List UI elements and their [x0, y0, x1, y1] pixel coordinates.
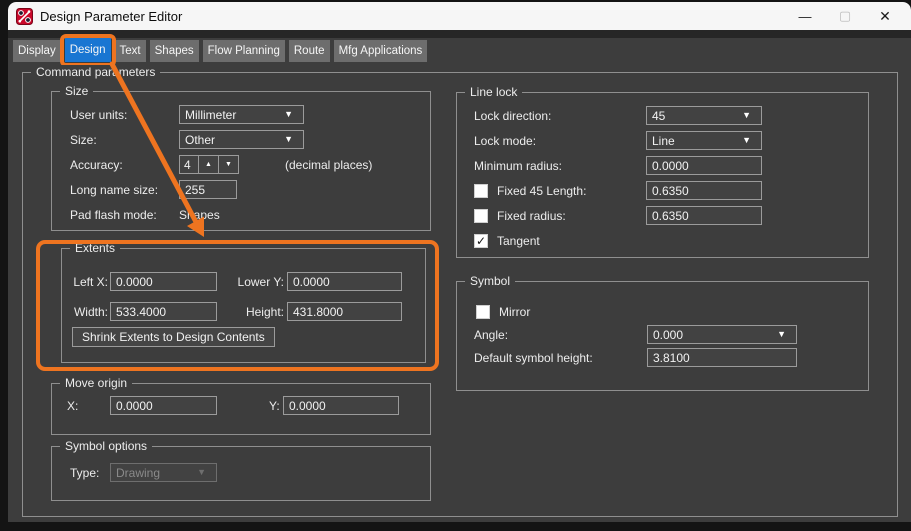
- tab-route[interactable]: Route: [289, 40, 330, 62]
- tab-display[interactable]: Display: [13, 40, 61, 62]
- height-label: Height:: [237, 305, 284, 319]
- user-units-value: Millimeter: [185, 108, 236, 122]
- lock-mode-dropdown[interactable]: Line ▼: [646, 131, 762, 150]
- fixed-45-length-label: Fixed 45 Length:: [497, 184, 646, 198]
- accuracy-value: 4: [180, 156, 198, 173]
- tangent-checkbox[interactable]: ✓: [474, 234, 488, 248]
- accuracy-spinner: 4 ▲ ▼: [179, 155, 239, 174]
- angle-label: Angle:: [474, 328, 647, 342]
- width-label: Width:: [70, 305, 108, 319]
- lock-direction-value: 45: [652, 109, 665, 123]
- lock-mode-value: Line: [652, 134, 675, 148]
- fixed-radius-input[interactable]: [646, 206, 762, 225]
- left-x-input[interactable]: [110, 272, 217, 291]
- pad-flash-mode-value: Shapes: [179, 208, 220, 222]
- fixed-45-length-checkbox[interactable]: [474, 184, 488, 198]
- design-parameter-editor-window: Design Parameter Editor — ▢ ✕ Display De…: [8, 2, 911, 522]
- dropdown-arrow-icon: ▼: [742, 110, 751, 120]
- size-label: Size:: [70, 133, 179, 147]
- symbol-options-group: Symbol options Type: Drawing ▼: [51, 446, 431, 501]
- move-origin-x-label: X:: [67, 399, 107, 413]
- size-dropdown[interactable]: Other ▼: [179, 130, 304, 149]
- pad-flash-mode-label: Pad flash mode:: [70, 208, 179, 222]
- long-name-size-input[interactable]: [179, 180, 237, 199]
- window-title: Design Parameter Editor: [40, 9, 182, 24]
- fixed-radius-label: Fixed radius:: [497, 209, 646, 223]
- line-lock-group: Line lock Lock direction: 45 ▼ Lock mode…: [456, 92, 869, 258]
- type-value: Drawing: [116, 466, 160, 480]
- symbol-options-group-label: Symbol options: [60, 439, 152, 453]
- move-origin-y-label: Y:: [269, 399, 281, 413]
- user-units-dropdown[interactable]: Millimeter ▼: [179, 105, 304, 124]
- lock-direction-label: Lock direction:: [474, 109, 646, 123]
- dropdown-arrow-icon: ▼: [197, 467, 206, 477]
- app-icon: [16, 8, 33, 25]
- dropdown-arrow-icon: ▼: [742, 135, 751, 145]
- move-origin-group-label: Move origin: [60, 376, 132, 390]
- mirror-checkbox[interactable]: [476, 305, 490, 319]
- tab-mfg-applications[interactable]: Mfg Applications: [334, 40, 428, 62]
- angle-dropdown[interactable]: 0.000 ▼: [647, 325, 797, 344]
- dropdown-arrow-icon: ▼: [284, 134, 293, 144]
- width-input[interactable]: [110, 302, 217, 321]
- decimal-places-hint: (decimal places): [285, 158, 372, 172]
- accuracy-label: Accuracy:: [70, 158, 179, 172]
- minimum-radius-label: Minimum radius:: [474, 159, 646, 173]
- maximize-button[interactable]: ▢: [825, 2, 865, 30]
- extents-group-label: Extents: [70, 241, 120, 255]
- shrink-extents-button[interactable]: Shrink Extents to Design Contents: [72, 327, 275, 347]
- lower-y-label: Lower Y:: [237, 275, 284, 289]
- spinner-up-icon[interactable]: ▲: [198, 156, 218, 173]
- tangent-label: Tangent: [497, 234, 540, 248]
- command-parameters-label: Command parameters: [31, 65, 160, 79]
- fixed-radius-checkbox[interactable]: [474, 209, 488, 223]
- user-units-label: User units:: [70, 108, 179, 122]
- fixed-45-length-input[interactable]: [646, 181, 762, 200]
- default-symbol-height-input[interactable]: [647, 348, 797, 367]
- left-x-label: Left X:: [70, 275, 108, 289]
- titlebar: Design Parameter Editor — ▢ ✕: [8, 2, 911, 30]
- lock-direction-dropdown[interactable]: 45 ▼: [646, 106, 762, 125]
- move-origin-x-input[interactable]: [110, 396, 217, 415]
- height-input[interactable]: [287, 302, 402, 321]
- type-dropdown: Drawing ▼: [110, 463, 217, 482]
- minimize-button[interactable]: —: [785, 2, 825, 30]
- spinner-down-icon[interactable]: ▼: [218, 156, 238, 173]
- mirror-label: Mirror: [499, 305, 530, 319]
- size-group: Size User units: Millimeter ▼ Size: Othe…: [51, 91, 431, 231]
- tab-flow-planning[interactable]: Flow Planning: [203, 40, 285, 62]
- long-name-size-label: Long name size:: [70, 183, 179, 197]
- move-origin-y-input[interactable]: [283, 396, 399, 415]
- tab-shapes[interactable]: Shapes: [150, 40, 199, 62]
- size-value: Other: [185, 133, 215, 147]
- tab-design-label: Design: [70, 44, 106, 56]
- lower-y-input[interactable]: [287, 272, 402, 291]
- minimum-radius-input[interactable]: [646, 156, 762, 175]
- close-button[interactable]: ✕: [865, 2, 905, 30]
- command-parameters-group: Command parameters Size User units: Mill…: [22, 72, 898, 517]
- extents-group: Extents Left X: Lower Y: Width: Height: …: [61, 248, 426, 363]
- symbol-group-label: Symbol: [465, 274, 515, 288]
- symbol-group: Symbol Mirror Angle: 0.000 ▼ Default sym…: [456, 281, 869, 391]
- dropdown-arrow-icon: ▼: [284, 109, 293, 119]
- default-symbol-height-label: Default symbol height:: [474, 351, 647, 365]
- line-lock-group-label: Line lock: [465, 85, 522, 99]
- move-origin-group: Move origin X: Y:: [51, 383, 431, 435]
- tab-bar: Display Design Text Shapes Flow Planning…: [8, 38, 911, 62]
- titlebar-shadow-strip: [8, 30, 911, 38]
- dropdown-arrow-icon: ▼: [777, 329, 786, 339]
- size-group-label: Size: [60, 84, 93, 98]
- tab-text[interactable]: Text: [115, 40, 146, 62]
- type-label: Type:: [70, 466, 110, 480]
- tab-design[interactable]: Design: [65, 38, 111, 62]
- angle-value: 0.000: [653, 328, 683, 342]
- lock-mode-label: Lock mode:: [474, 134, 646, 148]
